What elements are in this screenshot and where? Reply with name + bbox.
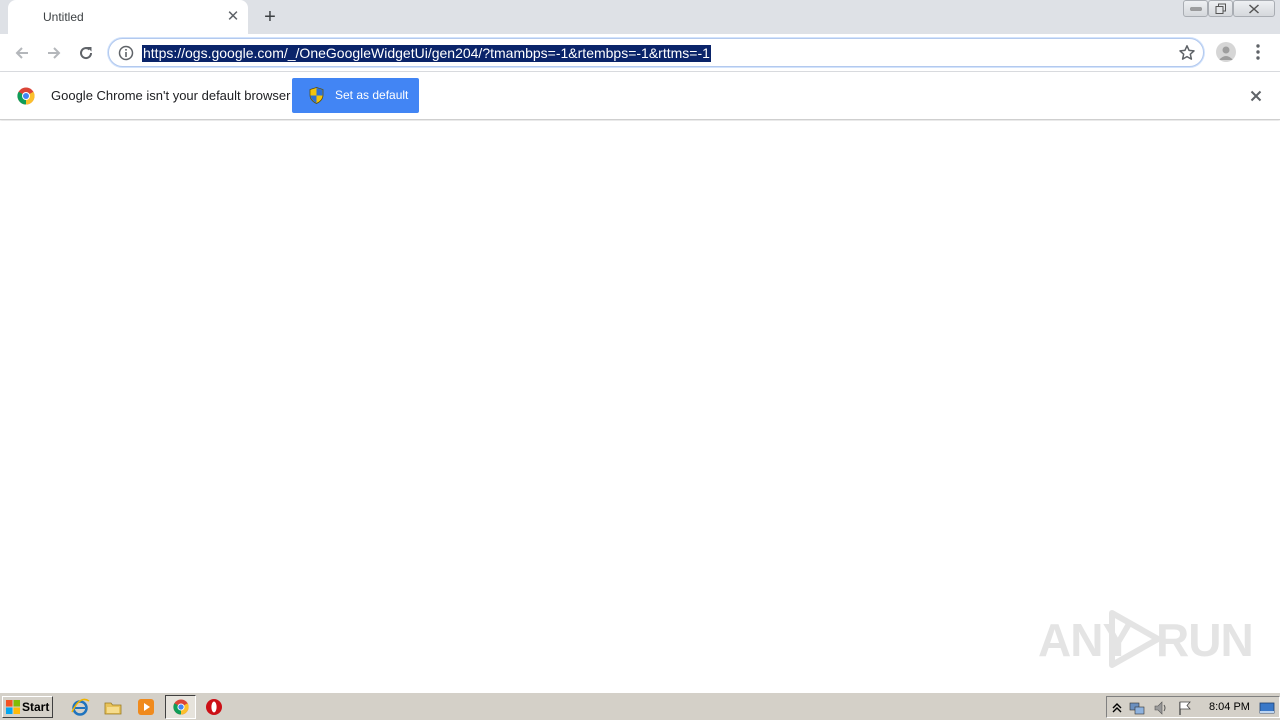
window-minimize-button[interactable] bbox=[1183, 0, 1208, 17]
window-close-button[interactable] bbox=[1233, 0, 1275, 17]
tab-untitled[interactable]: Untitled ✕ bbox=[8, 0, 248, 34]
kebab-menu-icon[interactable] bbox=[1250, 42, 1266, 62]
close-icon bbox=[1249, 3, 1259, 14]
media-player-icon[interactable] bbox=[136, 697, 156, 717]
screen: Untitled ✕ + https://ogs.google.com/_/On… bbox=[0, 0, 1280, 720]
reload-icon bbox=[80, 47, 93, 60]
forward-button[interactable] bbox=[42, 41, 66, 65]
new-tab-icon[interactable]: + bbox=[259, 6, 281, 28]
watermark-text-right: RUN bbox=[1156, 614, 1254, 666]
profile-avatar-icon[interactable] bbox=[1216, 42, 1236, 62]
default-browser-infobar: Google Chrome isn't your default browser… bbox=[0, 72, 1280, 120]
tab-strip: Untitled ✕ + bbox=[0, 0, 1280, 34]
internet-explorer-icon[interactable] bbox=[70, 697, 90, 717]
start-button[interactable]: Start bbox=[2, 696, 53, 718]
bookmark-star-icon[interactable] bbox=[1178, 44, 1196, 62]
network-icon[interactable] bbox=[1129, 700, 1145, 716]
minimize-icon bbox=[1190, 7, 1201, 10]
anyrun-watermark: ANY RUN bbox=[1038, 609, 1254, 669]
action-center-flag-icon[interactable] bbox=[1177, 700, 1193, 716]
browser-toolbar: https://ogs.google.com/_/OneGoogleWidget… bbox=[0, 34, 1280, 72]
volume-icon[interactable] bbox=[1153, 700, 1169, 716]
chrome-logo-icon bbox=[17, 87, 35, 105]
set-as-default-label: Set as default bbox=[335, 88, 409, 102]
restore-icon bbox=[1215, 3, 1226, 14]
url-text[interactable]: https://ogs.google.com/_/OneGoogleWidget… bbox=[142, 45, 711, 62]
back-arrow-icon bbox=[15, 47, 28, 59]
start-label: Start bbox=[22, 700, 50, 714]
windows-taskbar: Start 8:04 PM bbox=[0, 692, 1280, 720]
tab-title: Untitled bbox=[43, 10, 84, 24]
taskbar-chrome-button[interactable] bbox=[165, 695, 196, 719]
clock[interactable]: 8:04 PM bbox=[1209, 701, 1250, 713]
uac-shield-icon bbox=[309, 87, 324, 104]
opera-icon[interactable] bbox=[204, 697, 224, 717]
reload-button[interactable] bbox=[74, 41, 98, 65]
system-tray: 8:04 PM bbox=[1106, 696, 1280, 718]
set-as-default-button[interactable]: Set as default bbox=[292, 78, 419, 113]
show-desktop-icon[interactable] bbox=[1259, 700, 1275, 716]
page-content: ANY RUN bbox=[0, 121, 1280, 692]
site-info-icon[interactable] bbox=[118, 45, 134, 61]
show-hidden-icons-icon[interactable] bbox=[1109, 700, 1125, 716]
address-bar[interactable]: https://ogs.google.com/_/OneGoogleWidget… bbox=[108, 38, 1204, 67]
infobar-close-icon[interactable] bbox=[1247, 87, 1265, 105]
chrome-taskbar-icon bbox=[173, 699, 189, 715]
file-explorer-icon[interactable] bbox=[103, 697, 123, 717]
infobar-message: Google Chrome isn't your default browser bbox=[51, 88, 291, 103]
back-button[interactable] bbox=[10, 41, 34, 65]
tab-close-icon[interactable]: ✕ bbox=[224, 8, 242, 26]
window-restore-button[interactable] bbox=[1208, 0, 1233, 17]
forward-arrow-icon bbox=[48, 47, 61, 59]
windows-logo-icon bbox=[6, 700, 20, 714]
